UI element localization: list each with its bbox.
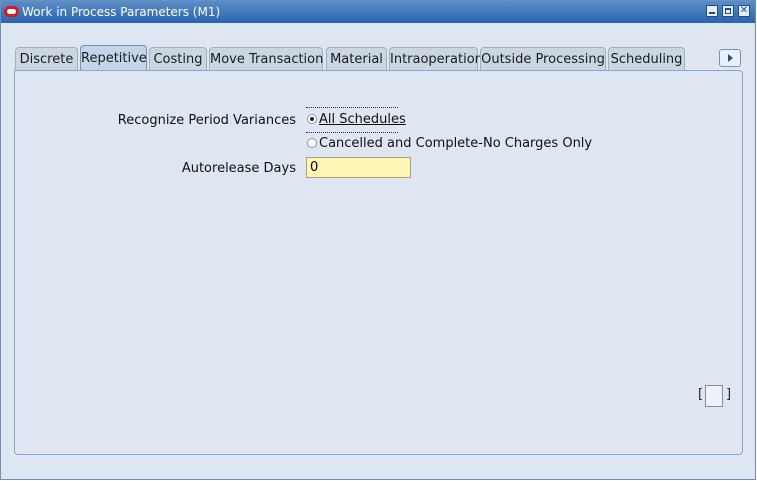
minimize-icon[interactable] xyxy=(706,5,718,17)
maximize-glyph xyxy=(725,8,731,14)
tab-repetitive[interactable]: Repetitive xyxy=(80,45,147,71)
all-schedules-radio[interactable] xyxy=(307,114,317,124)
tab-scroll-right-icon[interactable] xyxy=(719,49,741,67)
cancelled-complete-radio[interactable] xyxy=(307,138,317,148)
title-bar[interactable]: Work in Process Parameters (M1) ✕ xyxy=(1,1,755,23)
left-bracket: [ xyxy=(698,387,704,402)
tab-material[interactable]: Material xyxy=(326,47,387,71)
window-title: Work in Process Parameters (M1) xyxy=(22,5,221,19)
tab-scheduling[interactable]: Scheduling xyxy=(608,47,685,71)
tab-costing[interactable]: Costing xyxy=(149,47,207,71)
period-variances-label: Recognize Period Variances xyxy=(117,113,296,128)
maximize-icon[interactable] xyxy=(722,5,734,17)
wip-parameters-window: Work in Process Parameters (M1) ✕ Discre… xyxy=(0,0,756,480)
autorelease-days-label: Autorelease Days xyxy=(181,161,296,176)
tab-outside-processing[interactable]: Outside Processing xyxy=(480,47,606,71)
minimize-glyph xyxy=(709,12,715,14)
oracle-logo-icon xyxy=(4,6,19,17)
cancelled-complete-label[interactable]: Cancelled and Complete-No Charges Only xyxy=(319,136,592,151)
tab-move-transaction[interactable]: Move Transaction xyxy=(209,47,323,71)
descriptive-flexfield[interactable] xyxy=(705,385,723,407)
right-bracket: ] xyxy=(726,387,732,402)
all-schedules-label[interactable]: All Schedules xyxy=(319,112,406,127)
autorelease-days-input[interactable] xyxy=(306,157,411,178)
tab-discrete[interactable]: Discrete xyxy=(15,47,78,71)
tab-intraoperation[interactable]: Intraoperation xyxy=(389,47,483,71)
close-icon[interactable]: ✕ xyxy=(738,5,750,17)
